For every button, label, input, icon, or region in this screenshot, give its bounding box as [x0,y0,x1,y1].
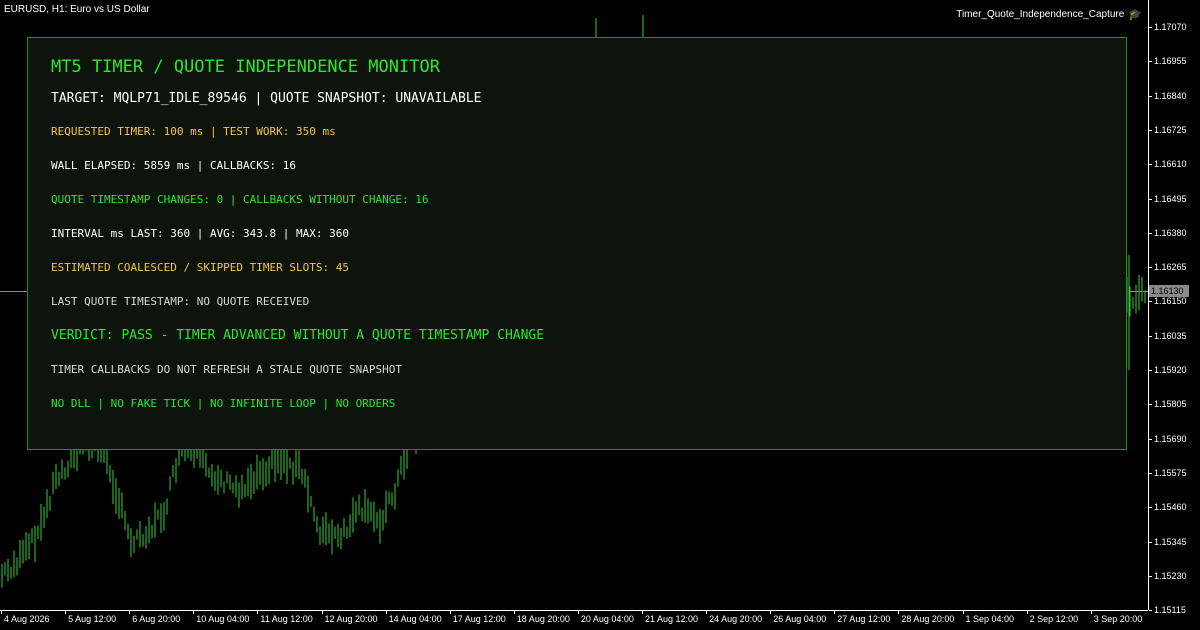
price-tick-label: 1.15115 [1154,605,1186,616]
price-tick-label: 1.16150 [1154,296,1187,307]
expert-advisor-name: Timer_Quote_Independence_Capture [956,9,1125,20]
time-tick-label: 20 Aug 04:00 [580,614,634,624]
time-tick-label: 28 Aug 20:00 [901,614,955,624]
price-tick-label: 1.16610 [1154,159,1187,170]
price-tick-label: 1.16380 [1154,227,1187,238]
time-tick-label: 2 Sep 12:00 [1029,614,1079,624]
timer-line: REQUESTED TIMER: 100 ms | TEST WORK: 350… [51,125,336,138]
time-tick-label: 6 Aug 20:00 [132,614,181,624]
time-tick-label: 27 Aug 12:00 [837,614,891,624]
time-tick-label: 18 Aug 20:00 [516,614,570,624]
price-tick-label: 1.15230 [1154,570,1187,581]
note-line: TIMER CALLBACKS DO NOT REFRESH A STALE Q… [51,363,402,376]
price-tick-label: 1.16725 [1154,124,1187,135]
price-tick-label: 1.17070 [1154,22,1187,32]
price-tick-label: 1.16840 [1154,90,1187,101]
coalesced-line: ESTIMATED COALESCED / SKIPPED TIMER SLOT… [51,261,350,274]
time-tick-label: 11 Aug 12:00 [260,614,313,624]
price-tick-label: 1.15345 [1154,536,1187,547]
price-tick-label: 1.15920 [1154,365,1187,375]
time-tick-label: 14 Aug 04:00 [388,614,442,624]
expert-advisor-label[interactable]: Timer_Quote_Independence_Capture 🎓 [956,8,1142,21]
last-quote-line: LAST QUOTE TIMESTAMP: NO QUOTE RECEIVED [51,295,310,308]
current-price-label: 1.16130 [1149,285,1189,297]
graduation-cap-icon: 🎓 [1128,9,1142,21]
price-tick-label: 1.15805 [1154,399,1187,410]
price-tick-label: 1.16035 [1154,330,1187,341]
price-tick-label: 1.16955 [1154,56,1187,67]
time-tick-label: 26 Aug 04:00 [773,614,827,624]
bid-line [1130,291,1148,292]
panel-title: MT5 TIMER / QUOTE INDEPENDENCE MONITOR [51,57,440,77]
price-tick-label: 1.15575 [1154,467,1187,478]
interval-line: INTERVAL ms LAST: 360 | AVG: 343.8 | MAX… [51,227,350,240]
price-tick-label: 1.15460 [1154,502,1187,513]
time-tick-label: 5 Aug 12:00 [68,614,117,624]
constraints-line: NO DLL | NO FAKE TICK | NO INFINITE LOOP… [51,397,396,410]
time-axis[interactable]: 4 Aug 2026 5 Aug 12:00 6 Aug 20:00 10 Aug 0… [0,610,1148,630]
quote-changes-line: QUOTE TIMESTAMP CHANGES: 0 | CALLBACKS W… [51,193,429,206]
symbol-label: EURUSD, H1: Euro vs US Dollar [4,4,150,15]
bid-line-left [0,291,28,292]
time-tick-label: 17 Aug 12:00 [452,614,506,624]
time-tick-label: 10 Aug 04:00 [196,614,250,624]
time-tick-label: 24 Aug 20:00 [709,614,763,624]
time-tick-label: 21 Aug 12:00 [645,614,699,624]
target-line: TARGET: MQLP71_IDLE_89546 | QUOTE SNAPSH… [51,91,482,106]
time-tick-label: 4 Aug 2026 [4,614,50,624]
time-tick-label: 1 Sep 04:00 [965,614,1015,624]
price-tick-label: 1.16265 [1154,262,1187,273]
monitor-panel: MT5 TIMER / QUOTE INDEPENDENCE MONITOR T… [27,37,1127,450]
time-tick-label: 3 Sep 20:00 [1093,614,1143,624]
time-tick-label: 12 Aug 20:00 [324,614,378,624]
price-tick-label: 1.15690 [1154,433,1187,444]
price-tick-label: 1.16495 [1154,193,1187,204]
verdict-line: VERDICT: PASS - TIMER ADVANCED WITHOUT A… [51,328,545,343]
elapsed-line: WALL ELAPSED: 5859 ms | CALLBACKS: 16 [51,159,297,172]
price-axis[interactable]: 1.17070 1.16955 1.16840 1.16725 1.16610 1.164… [1148,0,1200,615]
